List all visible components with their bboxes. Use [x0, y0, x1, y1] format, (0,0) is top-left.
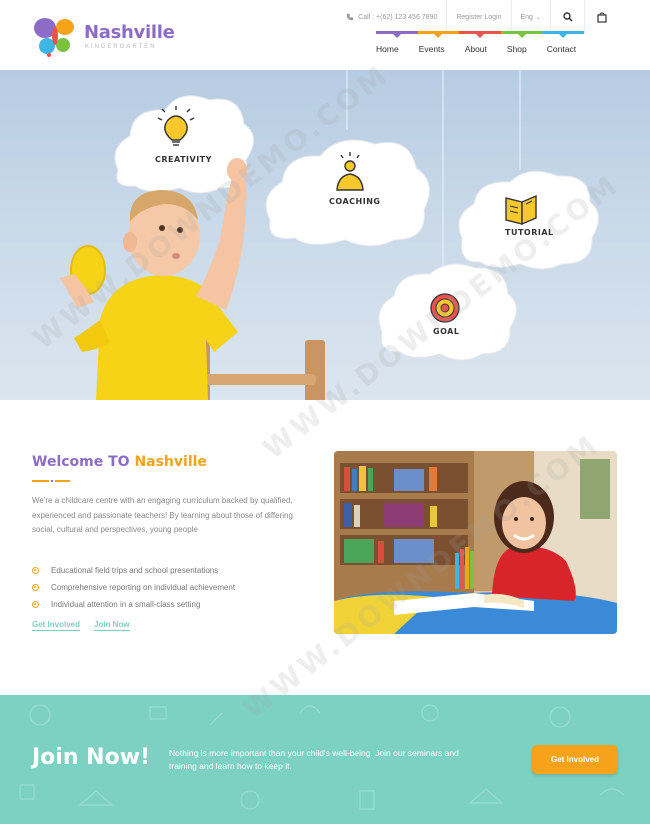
nav-color-bar [376, 31, 584, 38]
butterfly-logo-icon [34, 18, 74, 57]
cloud-label-tutorial: TUTORIAL [505, 228, 554, 237]
feature-list: Educational field trips and school prese… [32, 562, 235, 613]
join-band: Join Now! Nothing is more important than… [0, 695, 650, 824]
join-now-link[interactable]: Join Now [94, 620, 130, 631]
title-divider [32, 480, 70, 482]
list-item-text: Comprehensive reporting on individual ac… [51, 583, 236, 592]
welcome-description: We're a childcare centre with an engagin… [32, 496, 293, 534]
list-item: Comprehensive reporting on individual ac… [32, 579, 235, 596]
phone-icon [346, 13, 354, 21]
chevron-down-icon: ⌄ [535, 14, 541, 21]
welcome-title-accent: Nashville [134, 454, 207, 470]
language-value: Eng [520, 13, 533, 21]
join-title: Join Now! [32, 745, 151, 770]
nav-home[interactable]: Home [376, 44, 399, 54]
girl-photo [334, 451, 617, 634]
hero-banner: CREATIVITY COACHING TUTORIAL GOAL [0, 70, 650, 400]
nav-events[interactable]: Events [419, 44, 445, 54]
cart-button[interactable] [584, 0, 618, 34]
search-button[interactable] [550, 0, 584, 34]
cloud-label-goal: GOAL [433, 327, 460, 336]
join-text: Nothing is more important than your chil… [169, 748, 459, 771]
target-icon [430, 293, 460, 323]
call-text: Call : +(62) 123 456 7890 [358, 13, 438, 21]
bullet-icon [32, 567, 39, 574]
search-icon [562, 12, 573, 22]
main-nav: Home Events About Shop Contact [376, 44, 576, 54]
list-item: Individual attention in a small-class se… [32, 596, 235, 613]
cloud-label-coaching: COACHING [329, 197, 381, 206]
list-item-text: Individual attention in a small-class se… [51, 600, 201, 609]
cloud-label-creativity: CREATIVITY [155, 155, 212, 164]
logo-tagline: KINDERGARTEN [85, 44, 157, 50]
language-select[interactable]: Eng ⌄ [510, 0, 551, 34]
nav-shop[interactable]: Shop [507, 44, 527, 54]
top-bar: Call : +(62) 123 456 7890 Register Login… [337, 0, 618, 34]
nav-contact[interactable]: Contact [547, 44, 576, 54]
bullet-icon [32, 584, 39, 591]
list-item-text: Educational field trips and school prese… [51, 566, 219, 575]
list-item: Educational field trips and school prese… [32, 562, 235, 579]
shopping-bag-icon [596, 11, 607, 23]
register-login-link[interactable]: Register Login [446, 0, 510, 34]
welcome-title: Welcome TO Nashville [32, 454, 207, 470]
get-involved-link[interactable]: Get Involved [32, 620, 81, 631]
bullet-icon [32, 601, 39, 608]
call-info: Call : +(62) 123 456 7890 [337, 0, 446, 34]
welcome-title-main: Welcome TO [32, 454, 135, 470]
logo[interactable]: Nashville KINDERGARTEN [32, 14, 175, 58]
site-header: Nashville KINDERGARTEN Call : +(62) 123 … [0, 0, 650, 70]
nav-about[interactable]: About [465, 44, 487, 54]
welcome-links: Get Involved Join Now [32, 620, 144, 631]
logo-name: Nashville [84, 22, 175, 43]
get-involved-button[interactable]: Get Involved [532, 745, 618, 774]
welcome-section: Welcome TO Nashville We're a childcare c… [0, 400, 650, 695]
register-login-text: Register Login [456, 13, 502, 21]
